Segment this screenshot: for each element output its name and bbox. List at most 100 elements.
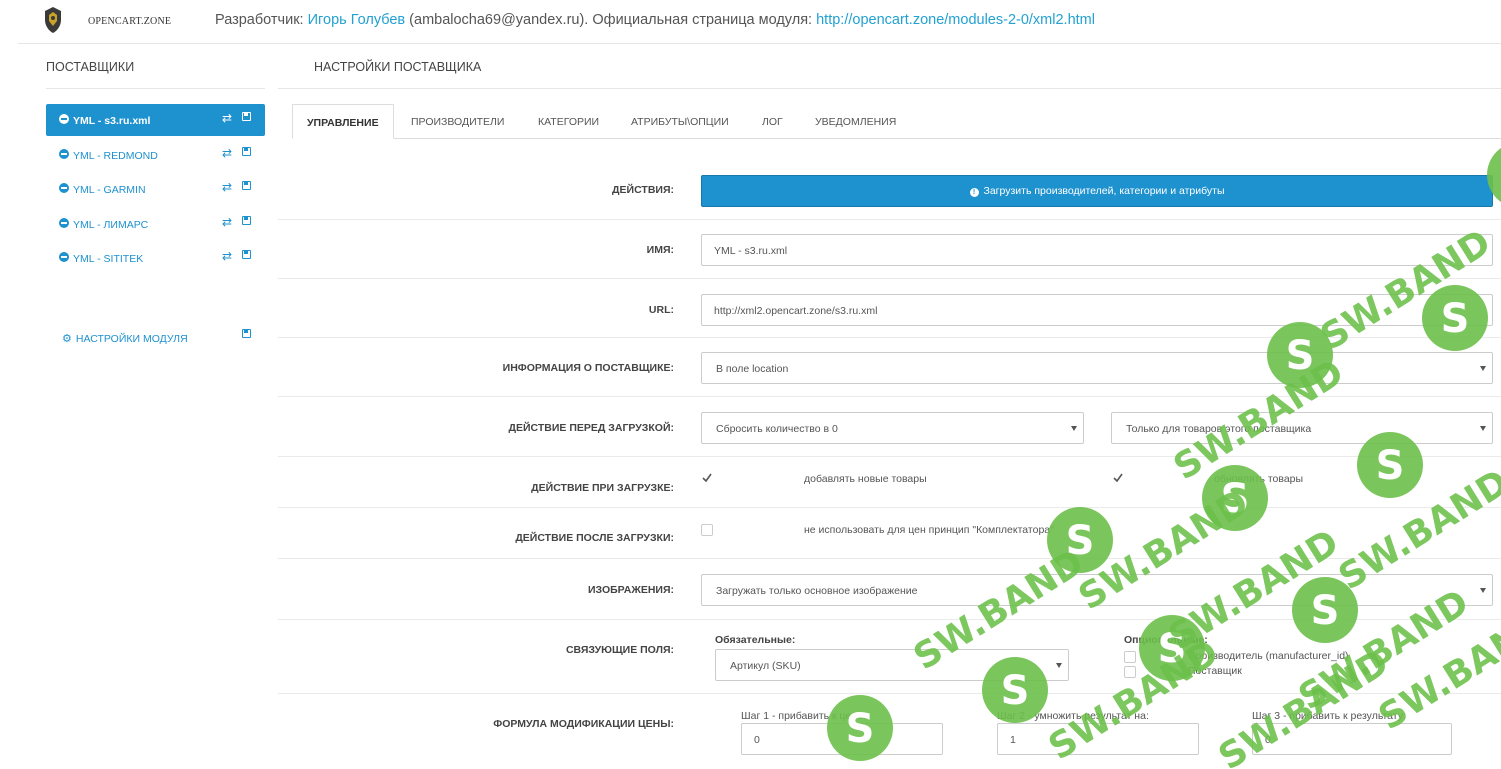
supplier-item-garmin[interactable]: YML - GARMIN ⇄ (46, 173, 265, 208)
step2-label: Шаг 2 - умножить результат на: (997, 710, 1149, 722)
caret-down-icon (1480, 426, 1486, 431)
suppliers-title: ПОСТАВЩИКИ (46, 60, 135, 74)
supplier-label: YML - s3.ru.xml (73, 115, 151, 127)
tab-log[interactable]: ЛОГ (762, 104, 783, 139)
name-input[interactable]: YML - s3.ru.xml (701, 234, 1493, 266)
required-field-select[interactable]: Артикул (SKU) (715, 649, 1069, 681)
form-row-after-load: ДЕЙСТВИЕ ПОСЛЕ ЗАГРУЗКИ: не использовать… (278, 508, 1501, 559)
info-icon: ! (969, 188, 979, 197)
divider (278, 88, 1501, 89)
minus-circle-icon[interactable] (59, 252, 69, 262)
exchange-icon[interactable]: ⇄ (222, 180, 232, 194)
required-fields-label: Обязательные: (715, 634, 796, 646)
divider (46, 88, 265, 89)
save-icon[interactable] (242, 250, 251, 259)
caret-down-icon (1056, 663, 1062, 668)
load-button[interactable]: ! Загрузить производителей, категории и а… (701, 175, 1493, 207)
supplier-item-sititek[interactable]: YML - SITITEK ⇄ (46, 242, 265, 277)
supplier-label: YML - REDMOND (73, 149, 158, 162)
caret-down-icon (1480, 366, 1486, 371)
supplier-item-s3[interactable]: YML - s3.ru.xml ⇄ (46, 104, 265, 136)
developer-label: Разработчик: (215, 12, 304, 28)
minus-circle-icon[interactable] (59, 217, 69, 228)
manufacturer-label: Производитель (manufacturer_id) (1188, 650, 1349, 662)
tab-categories[interactable]: КАТЕГОРИИ (538, 104, 599, 139)
save-icon[interactable] (242, 112, 251, 121)
save-icon[interactable] (242, 329, 251, 338)
before-load-scope-select[interactable]: Только для товаров этого поставщика (1111, 412, 1493, 444)
required-field-value: Артикул (SKU) (730, 660, 801, 672)
form-row-name: ИМЯ: YML - s3.ru.xml (278, 220, 1501, 279)
form-row-on-load: ДЕЙСТВИЕ ПРИ ЗАГРУЗКЕ: добавлять новые т… (278, 457, 1501, 508)
form-row-link-fields: СВЯЗУЮЩИЕ ПОЛЯ: Обязательные: Артикул (S… (278, 620, 1501, 694)
developer-email: (ambalocha69@yandex.ru). (409, 12, 589, 28)
supplier-checkbox[interactable] (1124, 666, 1136, 678)
save-icon[interactable] (242, 181, 251, 190)
supplier-item-limars[interactable]: YML - ЛИМАРС ⇄ (46, 208, 265, 243)
exchange-icon[interactable]: ⇄ (222, 146, 232, 160)
form-row-supplier-info: ИНФОРМАЦИЯ О ПОСТАВЩИКЕ: В поле location (278, 338, 1501, 397)
minus-circle-icon[interactable] (59, 183, 69, 193)
step1-label: Шаг 1 - прибавить к цене: (741, 710, 866, 722)
tab-bar: УПРАВЛЕНИЕ ПРОИЗВОДИТЕЛИ КАТЕГОРИИ АТРИБ… (292, 104, 1501, 139)
supplier-list: YML - s3.ru.xml ⇄ YML - REDMOND ⇄ YML - … (46, 104, 265, 277)
tab-attributes-options[interactable]: АТРИБУТЫ\ОПЦИИ (631, 104, 729, 139)
gear-icon: ⚙ (62, 333, 72, 345)
header-bar: OPENCART.ZONE Разработчик: Игорь Голубев… (18, 0, 1501, 44)
url-input[interactable]: http://xml2.opencart.zone/s3.ru.xml (701, 294, 1493, 326)
minus-circle-icon[interactable] (59, 148, 69, 159)
step1-input[interactable]: 0 (741, 723, 943, 755)
actions-label: ДЕЙСТВИЯ: (612, 184, 674, 196)
step3-label: Шаг 3 - прибавить к результату: (1252, 710, 1406, 722)
supplier-item-redmond[interactable]: YML - REDMOND ⇄ (46, 139, 265, 174)
price-formula-label: ФОРМУЛА МОДИФИКАЦИИ ЦЕНЫ: (493, 718, 674, 730)
form-row-before-load: ДЕЙСТВИЕ ПЕРЕД ЗАГРУЗКОЙ: Сбросить колич… (278, 397, 1501, 457)
form-row-price-formula: ФОРМУЛА МОДИФИКАЦИИ ЦЕНЫ: Шаг 1 - прибав… (278, 694, 1501, 769)
supplier-label: YML - SITITEK (73, 253, 144, 265)
link-fields-label: СВЯЗУЮЩИЕ ПОЛЯ: (565, 644, 674, 656)
tab-notifications[interactable]: УВЕДОМЛЕНИЯ (815, 104, 896, 139)
logo-text: OPENCART.ZONE (88, 16, 172, 27)
save-icon[interactable] (242, 146, 251, 156)
step2-input[interactable]: 1 (997, 723, 1199, 755)
tab-management[interactable]: УПРАВЛЕНИЕ (292, 104, 394, 139)
supplier-label: YML - GARMIN (73, 184, 146, 196)
optional-fields-label: Опциональные: (1124, 634, 1208, 646)
update-products-label: обновлять товары (1214, 473, 1304, 485)
supplier-info-select[interactable]: В поле location (701, 352, 1493, 384)
supplier-info-value: В поле location (716, 363, 789, 375)
exchange-icon[interactable]: ⇄ (222, 111, 232, 125)
images-value: Загружать только основное изображение (716, 585, 918, 597)
after-load-label: ДЕЙСТВИЕ ПОСЛЕ ЗАГРУЗКИ: (515, 532, 674, 544)
form-row-actions: ДЕЙСТВИЯ: ! Загрузить производителей, кат… (278, 161, 1501, 220)
form-row-images: ИЗОБРАЖЕНИЯ: Загружать только основное и… (278, 559, 1501, 620)
caret-down-icon (1480, 588, 1486, 593)
form-row-url: URL: http://xml2.opencart.zone/s3.ru.xml (278, 279, 1501, 338)
module-page-label: Официальная страница модуля: (592, 12, 813, 28)
module-settings-label: НАСТРОЙКИ МОДУЛЯ (75, 333, 188, 345)
before-load-label: ДЕЙСТВИЕ ПЕРЕД ЗАГРУЗКОЙ: (508, 422, 674, 434)
supplier-label: YML - ЛИМАРС (73, 218, 149, 231)
before-load-select[interactable]: Сбросить количество в 0 (701, 412, 1084, 444)
caret-down-icon (1071, 426, 1077, 431)
manufacturer-checkbox[interactable] (1124, 651, 1136, 663)
add-new-products-label: добавлять новые товары (804, 473, 927, 485)
checkbox-checked-icon[interactable] (1112, 472, 1124, 484)
supplier-info-label: ИНФОРМАЦИЯ О ПОСТАВЩИКЕ: (502, 362, 674, 374)
images-select[interactable]: Загружать только основное изображение (701, 574, 1493, 606)
tab-manufacturers[interactable]: ПРОИЗВОДИТЕЛИ (411, 104, 504, 139)
checkbox-checked-icon[interactable] (701, 472, 713, 484)
module-page-link[interactable]: http://opencart.zone/modules-2-0/xml2.ht… (816, 12, 1095, 28)
minus-circle-icon[interactable] (59, 114, 69, 124)
developer-link[interactable]: Игорь Голубев (308, 12, 406, 28)
step3-input[interactable]: 0 (1252, 723, 1452, 755)
url-label: URL: (648, 304, 674, 316)
exchange-icon[interactable]: ⇄ (222, 249, 232, 263)
module-settings-link[interactable]: ⚙ НАСТРОЙКИ МОДУЛЯ (62, 332, 188, 345)
save-icon[interactable] (242, 215, 251, 225)
on-load-label: ДЕЙСТВИЕ ПРИ ЗАГРУЗКЕ: (531, 482, 674, 494)
exchange-icon[interactable]: ⇄ (222, 215, 232, 229)
before-load-value: Сбросить количество в 0 (716, 423, 838, 435)
no-assembler-label: не использовать для цен принцип "Комплек… (804, 524, 1054, 536)
no-assembler-checkbox[interactable] (701, 524, 713, 536)
